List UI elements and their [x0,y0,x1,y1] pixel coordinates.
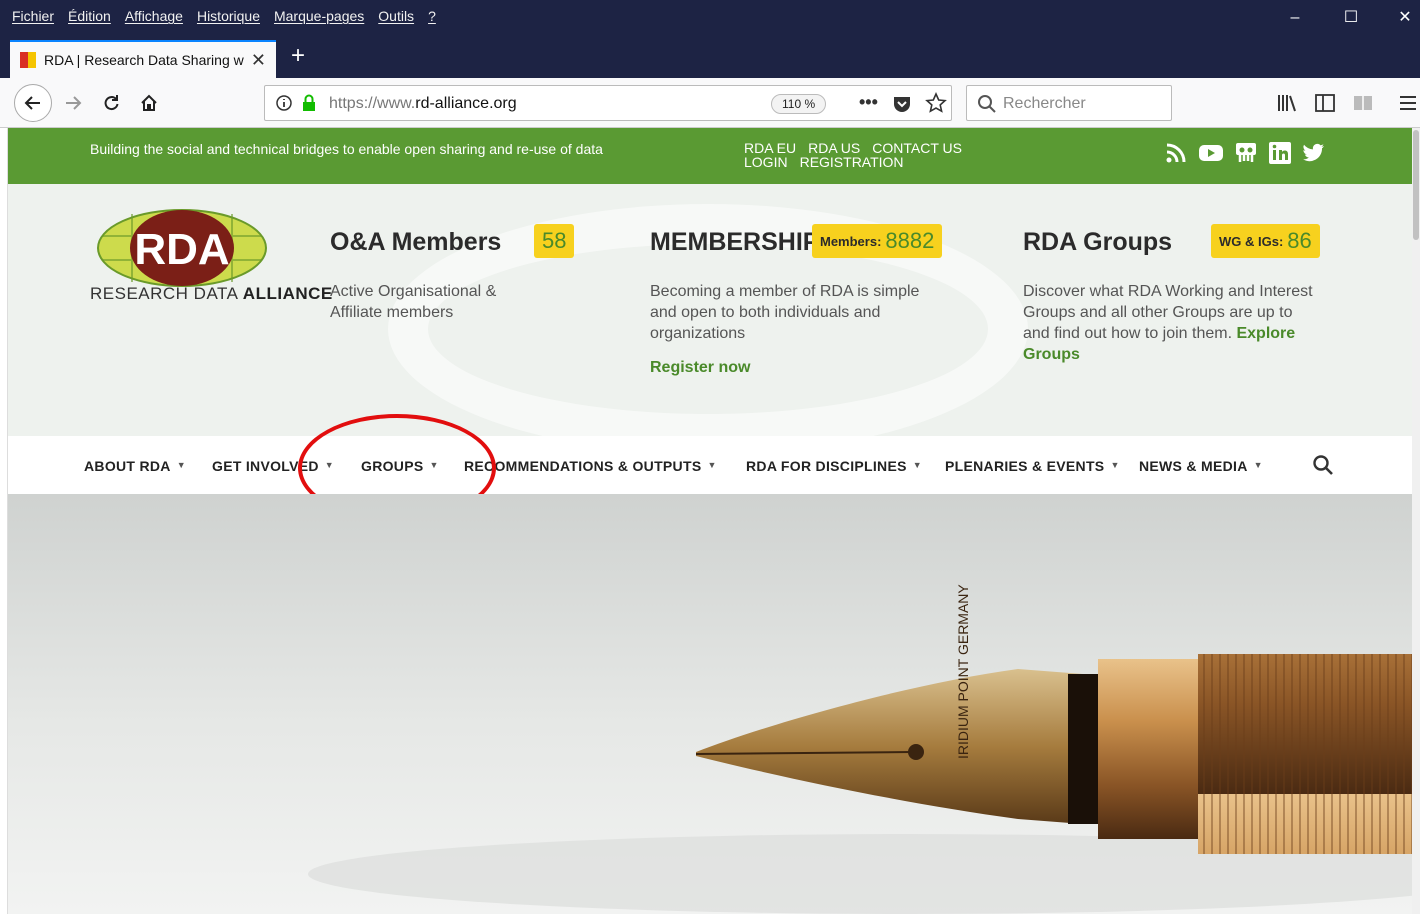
membership-title[interactable]: MEMBERSHIP [650,228,819,257]
url-prefix: https://www. [329,95,416,112]
oa-members-count: 58 [542,228,567,253]
logo-subtitle-light: RESEARCH DATA [90,284,243,303]
bookmark-star-icon[interactable] [925,92,947,114]
oa-members-title[interactable]: O&A Members [330,228,501,257]
home-button[interactable] [134,88,164,118]
back-arrow-icon [24,96,40,110]
link-registration[interactable]: REGISTRATION [800,154,904,170]
tab-rda[interactable]: RDA | Research Data Sharing w ✕ [10,40,276,78]
window-titlebar: Fichier Édition Affichage Historique Mar… [0,0,1420,36]
caret-down-icon: ▼ [176,460,186,470]
caret-down-icon: ▼ [1110,460,1120,470]
lock-icon [303,94,315,111]
menu-bar: Fichier Édition Affichage Historique Mar… [12,8,450,24]
nav-toolbar: https://www.rd-alliance.org 110 % ••• Re… [0,78,1420,128]
stats-section: RDA RESEARCH DATA ALLIANCE O&A Members 5… [8,184,1412,436]
info-icon[interactable] [275,94,293,112]
home-icon [141,94,157,111]
menu-edition[interactable]: Édition [68,8,111,24]
pocket-icon[interactable] [891,93,913,115]
oa-members-badge: 58 [534,224,575,258]
zoom-indicator[interactable]: 110 % [771,94,827,114]
url-text: https://www.rd-alliance.org [329,95,517,113]
groups-badge: WG & IGs: 86 [1211,224,1320,258]
membership-badge: Members: 8882 [812,224,943,258]
library-icon[interactable] [1276,92,1298,114]
nav-about-rda[interactable]: ABOUT RDA ▼ [84,458,186,474]
url-bar[interactable]: https://www.rd-alliance.org 110 % ••• [264,85,952,121]
caret-down-icon: ▼ [707,460,717,470]
register-now-link[interactable]: Register now [650,357,750,378]
nav-rda-for-disciplines[interactable]: RDA FOR DISCIPLINES ▼ [746,458,922,474]
favicon-icon [20,52,36,68]
menu-historique[interactable]: Historique [197,8,260,24]
search-placeholder: Rechercher [1003,95,1086,112]
fountain-pen-icon: IRIDIUM POINT GERMANY [308,584,1412,914]
close-tab-icon[interactable]: ✕ [251,50,266,71]
tab-title: RDA | Research Data Sharing w [44,52,244,68]
main-nav: ABOUT RDA ▼ GET INVOLVED ▼ GROUPS ▼ RECOMME… [8,436,1412,494]
groups-description: Discover what RDA Working and Interest G… [1023,281,1313,365]
site-search-icon[interactable] [1312,454,1334,476]
reload-button[interactable] [96,88,126,118]
page-actions-icon[interactable]: ••• [859,92,878,113]
groups-count: 86 [1287,228,1312,253]
slideshare-icon[interactable] [1234,141,1258,165]
nav-plenaries-label: PLENARIES & EVENTS [945,458,1105,474]
nav-disciplines-label: RDA FOR DISCIPLINES [746,458,907,474]
scrollbar[interactable] [1412,128,1420,914]
new-tab-button[interactable]: + [286,42,310,70]
scrollbar-thumb[interactable] [1413,130,1419,240]
rss-icon[interactable] [1164,141,1188,165]
top-info-bar: Building the social and technical bridge… [8,128,1412,184]
window-left-edge [0,128,8,914]
menu-fichier[interactable]: Fichier [12,8,54,24]
logo-text: RDA [134,225,229,274]
nav-news-media[interactable]: NEWS & MEDIA ▼ [1139,458,1263,474]
url-domain: rd-alliance.org [415,95,517,112]
nav-about-rda-label: ABOUT RDA [84,458,171,474]
reload-icon [104,95,119,111]
menu-affichage[interactable]: Affichage [125,8,183,24]
link-login[interactable]: LOGIN [744,154,788,170]
search-input[interactable]: Rechercher [966,85,1172,121]
menu-outils[interactable]: Outils [378,8,414,24]
back-button[interactable] [14,84,52,122]
menu-marque-pages[interactable]: Marque-pages [274,8,364,24]
nav-recommendations-label: RECOMMENDATIONS & OUTPUTS [464,458,702,474]
maximize-button[interactable]: ☐ [1336,6,1366,30]
hero-image: IRIDIUM POINT GERMANY [8,494,1412,914]
social-icons [1164,141,1326,165]
search-icon [978,95,996,113]
forward-button[interactable] [58,88,88,118]
pen-engraving: IRIDIUM POINT GERMANY [955,584,971,759]
tab-strip: RDA | Research Data Sharing w ✕ [0,36,1420,78]
menu-help[interactable]: ? [428,8,436,24]
rda-groups-title[interactable]: RDA Groups [1023,228,1172,257]
caret-down-icon: ▼ [912,460,922,470]
groups-badge-label: WG & IGs: [1219,233,1284,249]
twitter-icon[interactable] [1302,141,1326,165]
membership-badge-label: Members: [820,233,882,249]
top-links: RDA EU RDA US CONTACT US LOGIN REGISTRATION [744,141,1004,169]
nav-plenaries-events[interactable]: PLENARIES & EVENTS ▼ [945,458,1120,474]
membership-description: Becoming a member of RDA is simple and o… [650,283,920,342]
forward-arrow-icon [66,96,82,110]
sidebar-icon[interactable] [1314,92,1336,114]
hamburger-menu-icon[interactable] [1398,92,1418,114]
minimize-button[interactable]: – [1280,6,1310,30]
logo-subtitle-bold: ALLIANCE [242,284,333,303]
tagline: Building the social and technical bridge… [90,141,603,157]
linkedin-icon[interactable] [1268,141,1292,165]
logo-subtitle: RESEARCH DATA ALLIANCE [90,284,333,304]
close-window-button[interactable]: ✕ [1390,6,1420,30]
youtube-icon[interactable] [1198,141,1224,165]
nav-news-media-label: NEWS & MEDIA [1139,458,1248,474]
oa-members-description: Active Organisational & Affiliate member… [330,283,497,321]
reader-view-icon[interactable] [1352,92,1374,114]
nav-recommendations-outputs[interactable]: RECOMMENDATIONS & OUTPUTS ▼ [464,458,717,474]
membership-count: 8882 [885,228,935,253]
caret-down-icon: ▼ [1253,460,1263,470]
